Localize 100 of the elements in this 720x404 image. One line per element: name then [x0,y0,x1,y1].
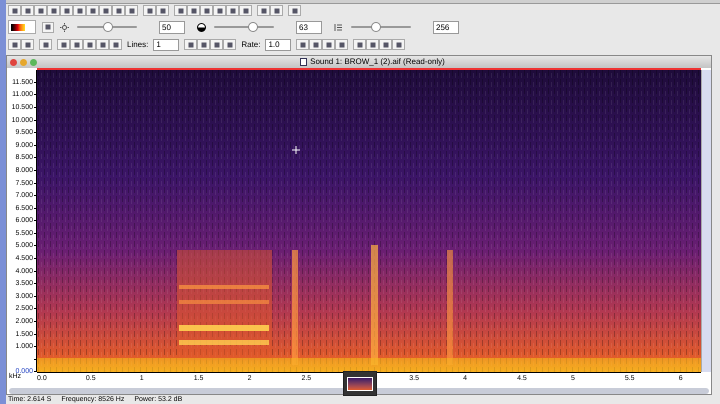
square-icon [146,8,152,14]
toolbar-button[interactable] [270,5,283,16]
toolbar-button[interactable] [353,39,366,50]
toolbar-button[interactable] [143,5,156,16]
square-icon [338,42,345,48]
square-icon [86,42,92,48]
square-icon [116,8,122,14]
toolbar-button[interactable] [226,5,239,16]
toolbar-button[interactable] [335,39,348,50]
square-icon [188,42,194,48]
brightness-icon [60,22,69,32]
list-icon [334,22,343,32]
square-icon [74,42,80,48]
toolbar-button[interactable] [125,5,138,16]
slider[interactable] [214,22,274,32]
square-icon [160,8,166,14]
square-icon [100,42,106,48]
toolbar-button[interactable] [34,5,47,16]
toolbar-button[interactable] [187,5,200,16]
toolbar-button[interactable] [296,39,310,50]
square-icon [200,42,207,48]
slider[interactable] [351,22,411,32]
document-icon [300,58,308,66]
vertical-scrollbar[interactable] [701,70,711,372]
toolbar-button[interactable] [223,39,236,50]
square-icon [242,8,248,14]
toolbar-button[interactable] [96,39,109,50]
square-icon [60,42,66,48]
contrast-icon [197,22,206,32]
toolbar-button[interactable] [392,39,406,50]
field-label: Rate: [241,38,260,51]
field-label: Lines: [127,38,148,51]
value-field[interactable]: 256 [433,20,459,34]
toolbar-button[interactable] [112,5,125,16]
square-icon [76,8,82,14]
toolbar-button[interactable] [99,5,112,16]
square-icon [300,42,306,48]
square-icon [230,8,236,14]
square-icon [38,8,44,14]
square-icon [12,42,18,48]
toolbar-button[interactable] [21,5,34,16]
square-icon [382,42,389,48]
square-icon [128,8,134,14]
value-field[interactable]: 63 [296,20,322,34]
square-icon [396,42,402,48]
square-icon [42,42,48,48]
square-icon [370,42,376,48]
close-window-icon[interactable] [10,58,17,66]
square-icon [50,8,56,14]
square-icon [204,8,210,14]
toolbar-button[interactable] [239,5,252,16]
square-icon [190,8,196,14]
toolbar-button[interactable] [309,39,322,50]
toolbar-button[interactable] [379,39,392,50]
square-icon [216,8,222,14]
square-icon [274,8,280,14]
toolbar-button[interactable] [21,39,34,50]
square-icon [326,42,332,48]
toolbar-button[interactable] [57,39,70,50]
square-icon [45,24,51,30]
toolbar-button[interactable] [174,5,187,16]
value-field[interactable]: 50 [159,20,185,34]
toolbar-button[interactable] [322,39,336,50]
toolbar-button[interactable] [8,39,21,50]
square-icon [356,42,363,48]
color-map-select[interactable] [8,20,36,34]
slider[interactable] [77,22,137,32]
toolbar-button[interactable] [8,5,21,16]
toolbar-button[interactable] [42,22,54,33]
square-icon [292,8,298,14]
toolbar-button[interactable] [39,39,52,50]
square-icon [226,42,233,48]
toolbar-button[interactable] [288,5,301,16]
square-icon [214,42,220,48]
toolbar-button[interactable] [60,5,73,16]
square-icon [312,42,319,48]
rate-field[interactable]: 1.0 [265,38,292,51]
square-icon [90,8,96,14]
toolbar-button[interactable] [83,39,96,50]
toolbar-button[interactable] [156,5,169,16]
square-icon [12,8,18,14]
toolbar-button[interactable] [184,39,198,50]
square-icon [112,42,118,48]
lines-field[interactable]: 1 [153,38,180,51]
toolbar-button[interactable] [70,39,83,50]
toolbar-button[interactable] [197,39,210,50]
toolbar-button[interactable] [73,5,86,16]
square-icon [64,8,70,14]
toolbar-button[interactable] [109,39,122,50]
toolbar-button[interactable] [200,5,213,16]
square-icon [260,8,266,14]
toolbar-button[interactable] [86,5,99,16]
toolbar-button[interactable] [213,5,226,16]
toolbar-button[interactable] [210,39,224,50]
toolbar-button[interactable] [366,39,380,50]
square-icon [102,8,108,14]
toolbar-button[interactable] [47,5,60,16]
horizontal-scrollbar[interactable] [9,388,709,394]
square-icon [24,8,30,14]
toolbar-button[interactable] [257,5,270,16]
